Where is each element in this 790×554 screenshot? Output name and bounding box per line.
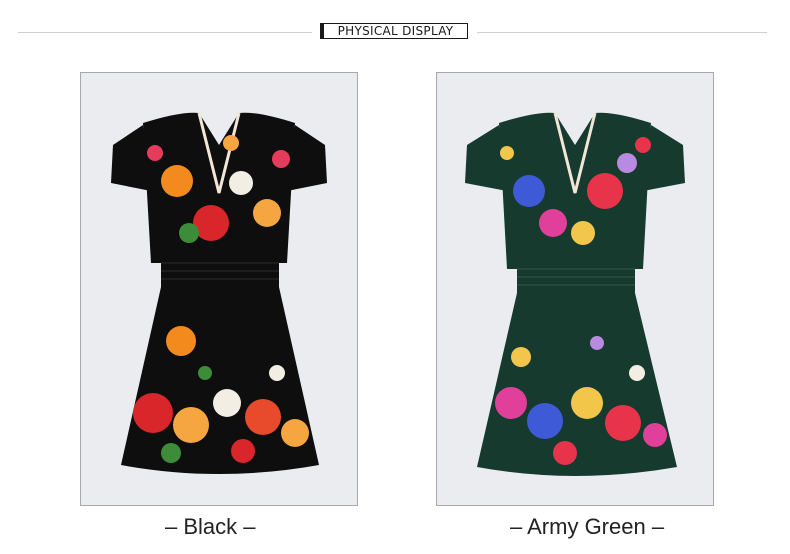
color-caption-black: – Black – — [165, 514, 256, 539]
floral-dress-icon — [111, 112, 327, 474]
heading-divider-right — [477, 32, 767, 33]
section-heading: PHYSICAL DISPLAY — [320, 23, 468, 39]
product-photo-black[interactable] — [80, 72, 358, 506]
product-photo-army-green[interactable] — [436, 72, 714, 506]
color-caption-army-green: – Army Green – — [510, 514, 665, 539]
floral-dress-icon — [465, 112, 685, 476]
heading-divider-left — [18, 32, 312, 33]
